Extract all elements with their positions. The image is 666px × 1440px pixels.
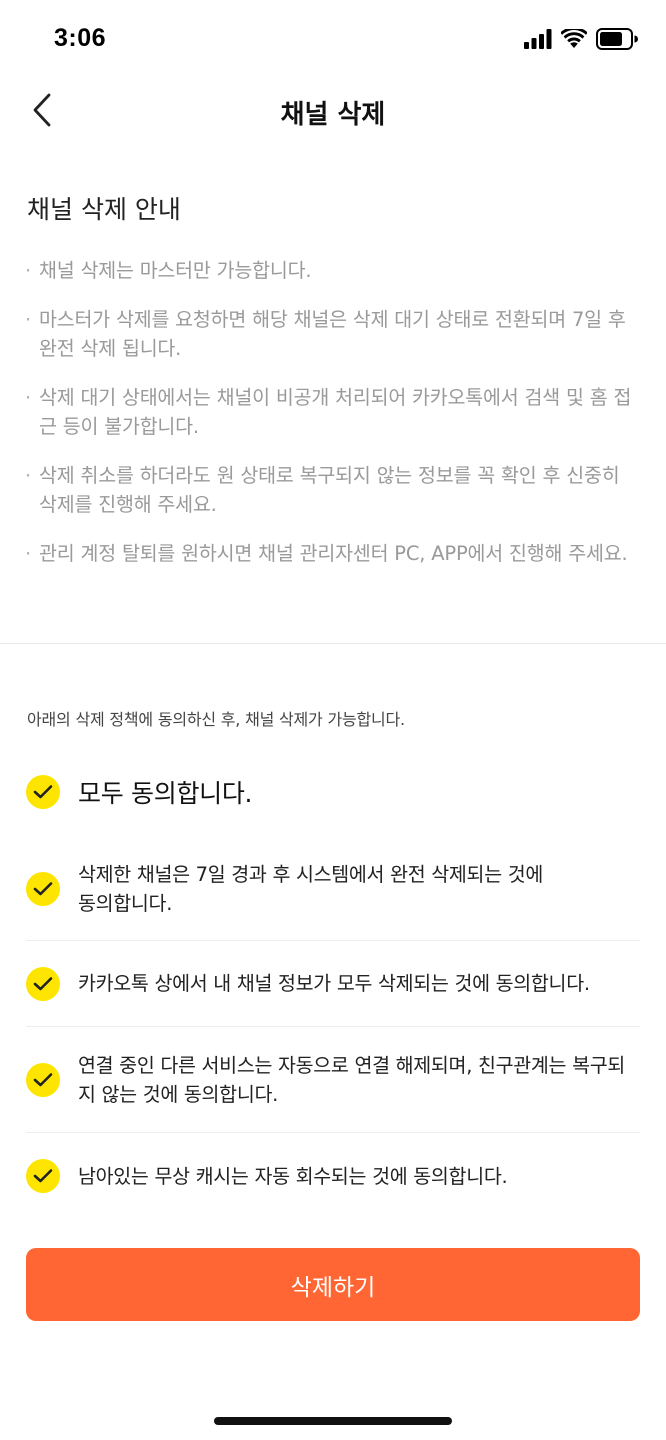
agreement-list: 삭제한 채널은 7일 경과 후 시스템에서 완전 삭제되는 것에 동의합니다. … [26,838,640,1219]
status-time: 3:06 [54,24,107,52]
guide-list: 채널 삭제는 마스터만 가능합니다. 마스터가 삭제를 요청하면 해당 채널은 … [25,256,639,568]
checkmark-icon [26,1159,60,1193]
guide-item: 채널 삭제는 마스터만 가능합니다. [25,256,639,285]
status-bar: 3:06 [0,0,666,80]
page-title: 채널 삭제 [280,100,386,130]
agreement-item-label: 삭제한 채널은 7일 경과 후 시스템에서 완전 삭제되는 것에 동의합니다. [78,863,544,915]
agreement-item-retention[interactable]: 삭제한 채널은 7일 경과 후 시스템에서 완전 삭제되는 것에 동의합니다. [26,838,640,941]
home-indicator [214,1417,452,1425]
agreement-item-free-cash[interactable]: 남아있는 무상 캐시는 자동 회수되는 것에 동의합니다. [26,1133,640,1219]
wifi-icon [560,27,588,53]
agreement-item-kakaotalk-info[interactable]: 카카오톡 상에서 내 채널 정보가 모두 삭제되는 것에 동의합니다. [26,941,640,1027]
agreement-intro: 아래의 삭제 정책에 동의하신 후, 채널 삭제가 가능합니다. [27,710,405,729]
nav-bar: 채널 삭제 [0,80,666,144]
agree-all-checkbox[interactable]: 모두 동의합니다. [26,774,253,810]
agreement-item-label: 남아있는 무상 캐시는 자동 회수되는 것에 동의합니다. [78,1164,508,1188]
agreement-item-label: 연결 중인 다른 서비스는 자동으로 연결 해제되며, 친구관계는 복구되지 않… [78,1053,626,1106]
battery-icon [596,28,638,54]
checkmark-icon [26,966,60,1001]
section-divider [0,643,666,644]
checkmark-icon [26,872,60,906]
delete-guide-section: 채널 삭제 안내 채널 삭제는 마스터만 가능합니다. 마스터가 삭제를 요청하… [25,190,639,588]
guide-item: 삭제 취소를 하더라도 원 상태로 복구되지 않는 정보를 꼭 확인 후 신중히… [25,461,639,519]
checkmark-icon [26,1062,60,1097]
agreement-item-linked-services[interactable]: 연결 중인 다른 서비스는 자동으로 연결 해제되며, 친구관계는 복구되지 않… [26,1027,640,1133]
agree-all-label: 모두 동의합니다. [78,779,253,808]
guide-item: 관리 계정 탈퇴를 원하시면 채널 관리자센터 PC, APP에서 진행해 주세… [25,539,639,568]
delete-button[interactable]: 삭제하기 [26,1248,640,1321]
agreement-item-label: 카카오톡 상에서 내 채널 정보가 모두 삭제되는 것에 동의합니다. [78,972,590,995]
guide-item: 마스터가 삭제를 요청하면 해당 채널은 삭제 대기 상태로 전환되며 7일 후… [25,305,639,363]
checkmark-icon [26,775,60,809]
signal-icon [524,29,552,53]
guide-item: 삭제 대기 상태에서는 채널이 비공개 처리되어 카카오톡에서 검색 및 홈 접… [25,383,639,441]
status-icons [524,27,638,54]
guide-title: 채널 삭제 안내 [27,195,181,224]
